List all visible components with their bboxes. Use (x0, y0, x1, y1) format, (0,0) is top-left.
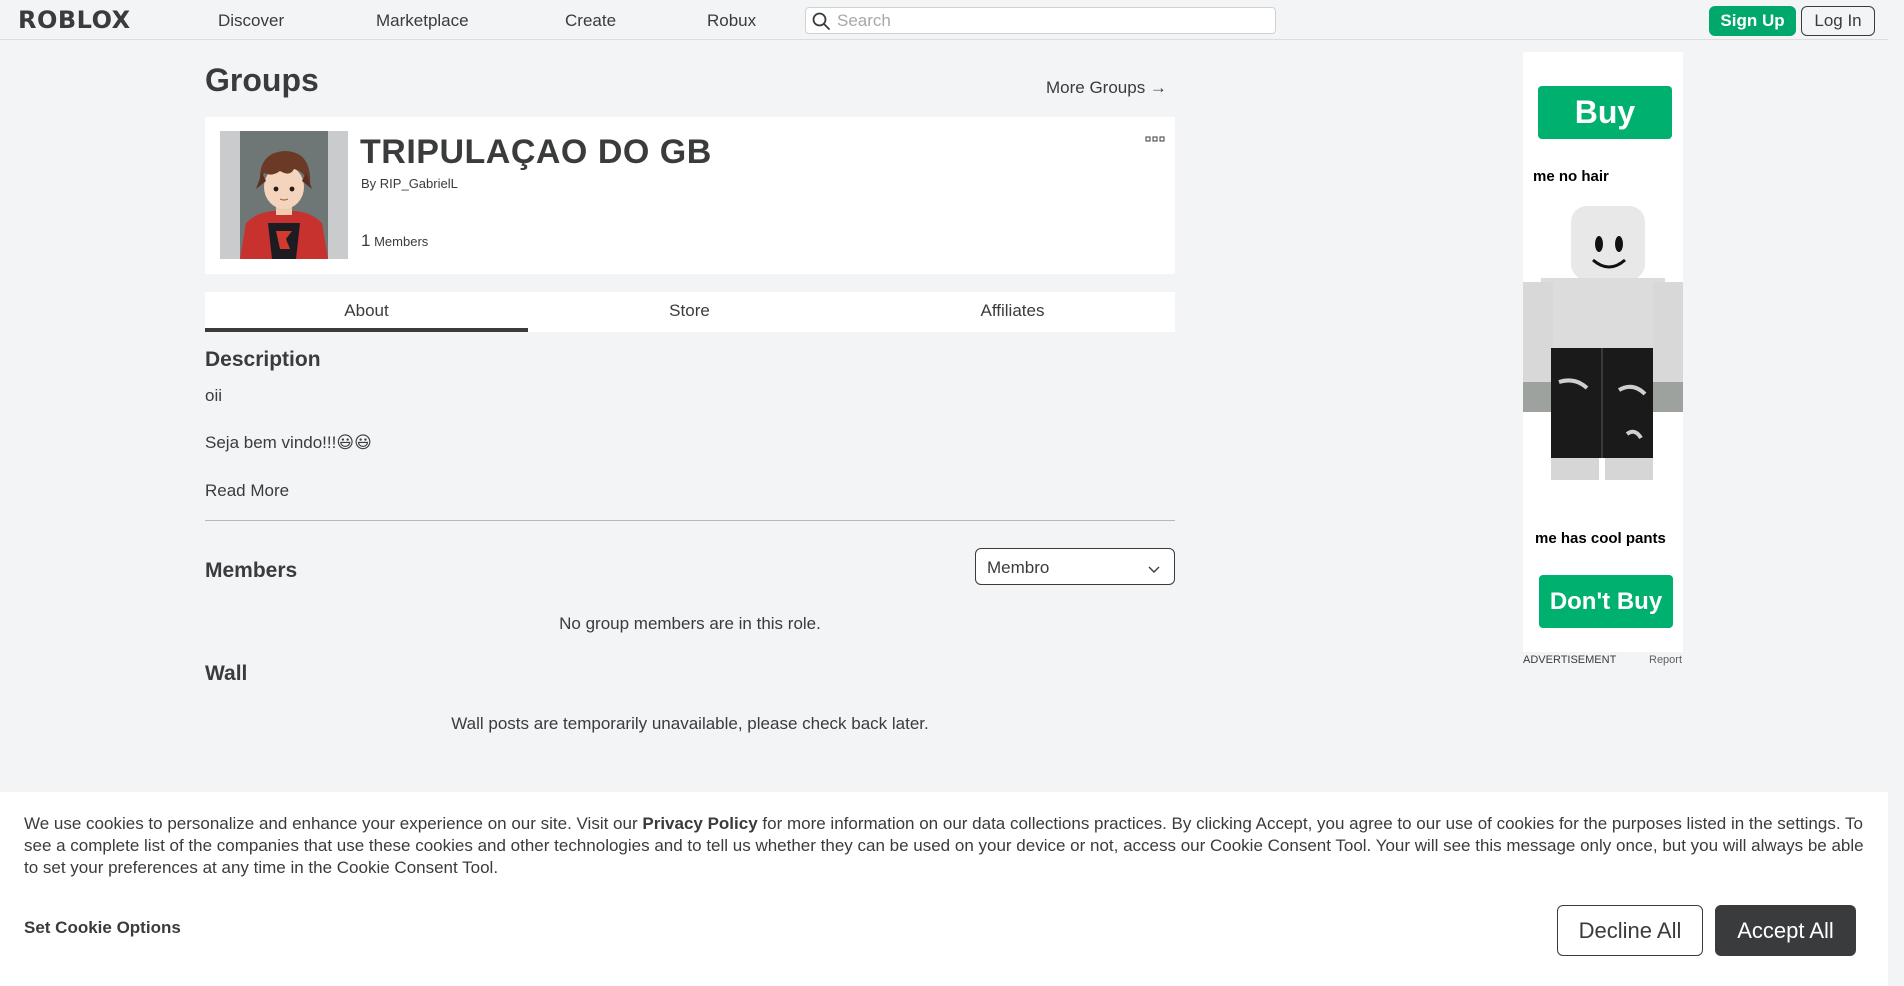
search-icon (812, 12, 830, 35)
nav-link-discover[interactable]: Discover (218, 11, 284, 31)
ad-buy-button: Buy (1538, 86, 1672, 139)
accept-all-button[interactable]: Accept All (1715, 905, 1856, 956)
page-title: Groups (205, 62, 319, 98)
advertisement-label: ADVERTISEMENT (1523, 654, 1617, 666)
more-groups-link[interactable]: More Groups → (1046, 78, 1167, 98)
ad-caption-bottom: me has cool pants (1535, 530, 1666, 547)
members-title: Members (205, 559, 298, 582)
group-header-card: TRIPULAÇAO DO GB By RIP_GabrielL 1 Membe… (205, 117, 1175, 274)
group-tabs: About Store Affiliates (205, 292, 1175, 332)
wall-message: Wall posts are temporarily unavailable, … (451, 714, 929, 733)
group-emblem (220, 131, 348, 259)
more-options-icon[interactable] (1145, 132, 1165, 142)
ad-dont-buy-button: Don't Buy (1539, 575, 1673, 628)
chevron-down-icon (1148, 561, 1160, 579)
cookie-message: We use cookies to personalize and enhanc… (24, 813, 1874, 879)
privacy-policy-link[interactable]: Privacy Policy (642, 814, 757, 833)
log-in-button[interactable]: Log In (1801, 6, 1875, 36)
group-member-count: 1 Members (361, 231, 428, 251)
description-title: Description (205, 348, 321, 371)
ad-report-link[interactable]: Report (1649, 654, 1682, 666)
read-more-link[interactable]: Read More (205, 481, 289, 501)
top-navigation-bar: ROBLOX Discover Marketplace Create Robux… (0, 0, 1904, 40)
ad-caption-top: me no hair (1533, 168, 1609, 185)
member-count-number: 1 (361, 231, 371, 250)
group-owner-prefix: By (361, 176, 380, 191)
role-dropdown-value: Membro (987, 558, 1050, 577)
nav-link-marketplace[interactable]: Marketplace (376, 11, 469, 31)
advertisement-banner[interactable]: Buy me no hair me has cool pants Don't B… (1523, 52, 1683, 652)
wall-title: Wall (205, 662, 248, 685)
section-divider (205, 520, 1175, 521)
search-box[interactable] (805, 7, 1276, 34)
decline-all-button[interactable]: Decline All (1557, 905, 1703, 956)
member-count-label: Members (374, 234, 429, 249)
set-cookie-options-link[interactable]: Set Cookie Options (24, 918, 181, 938)
description-line: oii (205, 386, 223, 405)
nav-link-create[interactable]: Create (565, 11, 616, 31)
tab-about[interactable]: About (205, 292, 528, 332)
cookie-text-before: We use cookies to personalize and enhanc… (24, 814, 643, 833)
page-scrollbar-track[interactable] (1888, 0, 1904, 986)
nav-link-robux[interactable]: Robux (707, 11, 756, 31)
search-input[interactable] (837, 8, 1267, 33)
cookie-consent-banner: We use cookies to personalize and enhanc… (0, 792, 1888, 986)
group-owner: By RIP_GabrielL (361, 176, 458, 191)
tab-affiliates[interactable]: Affiliates (851, 292, 1174, 332)
members-empty-message: No group members are in this role. (559, 614, 821, 633)
group-name: TRIPULAÇAO DO GB (360, 133, 712, 171)
description-line: Seja bem vindo!!!😃😃 (205, 433, 372, 452)
ad-avatar-image (1523, 202, 1683, 537)
group-owner-link[interactable]: RIP_GabrielL (380, 176, 458, 191)
sign-up-button[interactable]: Sign Up (1709, 6, 1796, 36)
tab-store[interactable]: Store (528, 292, 851, 332)
roblox-logo[interactable]: ROBLOX (18, 8, 131, 32)
role-dropdown[interactable]: Membro (975, 548, 1175, 585)
